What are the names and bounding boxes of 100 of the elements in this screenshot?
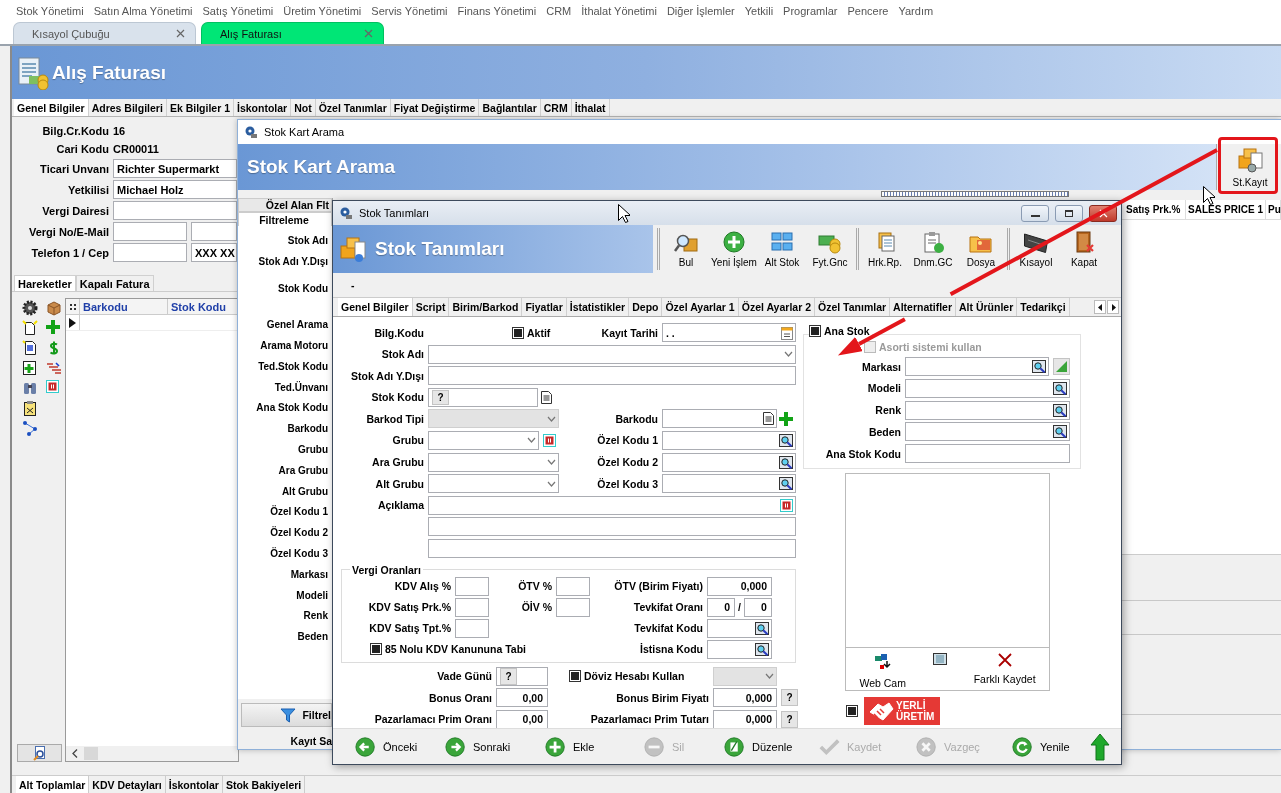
lookup-icon[interactable] [779, 477, 793, 491]
tab[interactable]: CRM [540, 99, 572, 116]
input-field[interactable] [905, 444, 1070, 464]
tab[interactable]: Özel Ayarlar 2 [738, 298, 815, 316]
input-field[interactable] [113, 222, 187, 241]
input-field[interactable] [707, 639, 772, 659]
input-field[interactable] [428, 495, 796, 515]
input-field[interactable] [428, 517, 796, 537]
column-header[interactable]: Barkodu [80, 299, 168, 314]
toolbar-button[interactable]: Bul [662, 230, 710, 268]
tab[interactable]: Fiyat Değiştirme [390, 99, 480, 116]
calendar-icon[interactable] [781, 325, 793, 340]
tab[interactable]: Script [412, 298, 450, 316]
tab[interactable]: Genel Bilgiler [338, 298, 413, 316]
tab[interactable]: Kapalı Fatura [75, 275, 154, 291]
plus-icon[interactable] [46, 320, 60, 334]
tab[interactable]: İskontolar [234, 99, 292, 116]
input-field[interactable]: 0,000 [707, 576, 772, 596]
network-icon[interactable] [22, 420, 38, 436]
tab[interactable]: Adres Bilgileri [88, 99, 167, 116]
add-document-icon[interactable] [22, 360, 38, 376]
input-field[interactable] [428, 366, 796, 386]
toolbar-button[interactable]: Dosya [957, 230, 1005, 268]
menu-item[interactable]: Pencere [847, 5, 889, 17]
input-field[interactable]: 0,000 [713, 688, 777, 708]
input-field[interactable]: Richter Supermarkt [113, 159, 237, 178]
tab[interactable]: Alt Ürünler [956, 298, 1018, 316]
input-field[interactable] [905, 378, 1070, 398]
document-icon[interactable] [763, 412, 774, 426]
lookup-icon[interactable] [755, 621, 769, 635]
action-button[interactable]: Yenile [1012, 735, 1090, 758]
document-tab[interactable]: Alış Faturası [201, 22, 384, 44]
menu-item[interactable]: Satın Alma Yönetimi [93, 5, 193, 17]
input-field[interactable]: 0 [743, 597, 772, 617]
input-field[interactable] [905, 400, 1070, 420]
input-field[interactable] [662, 474, 796, 494]
menu-item[interactable]: Yetkili [744, 5, 774, 17]
tab[interactable]: Depo [629, 298, 663, 316]
tab[interactable]: Hareketler [14, 275, 76, 291]
checkbox[interactable]: Aktif [512, 326, 551, 339]
tab[interactable]: KDV Detayları [89, 776, 166, 793]
stop-icon[interactable] [46, 380, 59, 393]
tab[interactable]: Genel Bilgiler [14, 99, 89, 116]
toolbar-button[interactable]: St.Kayıt [1230, 144, 1270, 190]
tab[interactable]: Filtreleme [238, 212, 332, 226]
menu-item[interactable]: Finans Yönetimi [457, 5, 537, 17]
help-button[interactable]: ? [781, 710, 798, 728]
input-field[interactable]: ? [496, 666, 548, 686]
input-field[interactable]: 0,000 [713, 709, 777, 729]
tab[interactable]: Birim/Barkod [449, 298, 523, 316]
input-field[interactable] [905, 422, 1070, 442]
document-icon[interactable] [22, 340, 38, 356]
lookup-icon[interactable] [779, 455, 793, 469]
help-button[interactable]: ? [432, 389, 449, 405]
column-header[interactable]: Satış Prk.% [1124, 200, 1186, 219]
input-field[interactable] [556, 576, 590, 596]
input-field[interactable] [191, 222, 237, 241]
input-field[interactable]: 0,00 [496, 709, 548, 729]
tab[interactable]: İstatistikler [566, 298, 630, 316]
input-field[interactable] [905, 357, 1049, 376]
toolbar-button[interactable]: Yeni İşlem [710, 230, 758, 268]
input-field[interactable] [113, 201, 237, 220]
input-field[interactable] [455, 618, 489, 638]
action-button[interactable]: Ekle [545, 735, 644, 758]
input-field[interactable] [455, 576, 489, 596]
tab[interactable]: Stok Bakiyeleri [222, 776, 306, 793]
input-field[interactable] [662, 409, 777, 429]
triangle-icon[interactable] [1053, 358, 1070, 375]
tab[interactable]: Tedarikçi [1017, 298, 1070, 316]
tab[interactable]: Alternatifler [890, 298, 956, 316]
webcam-button[interactable]: Web Cam [859, 653, 906, 689]
scroll-left-icon[interactable] [72, 749, 78, 758]
action-button[interactable]: Düzenle [724, 735, 819, 758]
menu-item[interactable]: Yardım [898, 5, 934, 17]
input-field[interactable] [556, 597, 590, 617]
lookup-icon[interactable] [1032, 360, 1046, 373]
toolbar-button[interactable]: Kısayol [1012, 230, 1060, 268]
menu-item[interactable]: Diğer İşlemler [666, 5, 735, 17]
input-field[interactable] [113, 243, 187, 262]
tab[interactable]: Fiyatlar [522, 298, 567, 316]
menu-item[interactable]: Satış Yönetimi [202, 5, 274, 17]
minimize-button[interactable] [1021, 204, 1049, 222]
tab[interactable]: İthalat [571, 99, 610, 116]
clipboard-icon[interactable] [22, 400, 38, 416]
box-icon[interactable] [46, 300, 62, 316]
input-field[interactable] [428, 538, 796, 558]
column-header[interactable]: Pu [1266, 200, 1281, 219]
tab[interactable]: Özel Tanımlar [315, 99, 391, 116]
input-field[interactable]: Michael Holz [113, 180, 237, 199]
gear-icon[interactable] [22, 300, 38, 316]
toolbar-button[interactable]: Fyt.Gnc [806, 230, 854, 268]
input-field[interactable]: XXX XX [191, 243, 237, 262]
menu-item[interactable]: Üretim Yönetimi [283, 5, 362, 17]
checkbox[interactable]: Döviz Hesabı Kullan [552, 666, 709, 686]
tab[interactable]: Bağlantılar [479, 99, 541, 116]
plus-icon[interactable] [779, 411, 793, 426]
up-arrow-icon[interactable] [1090, 732, 1110, 761]
maximize-button[interactable] [1055, 204, 1083, 222]
stop-icon[interactable] [780, 498, 793, 512]
input-field[interactable] [662, 452, 796, 472]
